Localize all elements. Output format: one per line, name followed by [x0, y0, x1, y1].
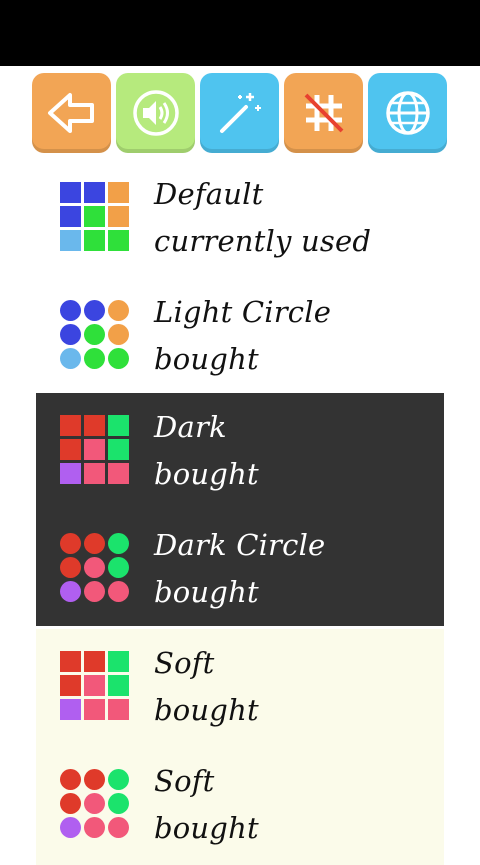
- preview-cell: [84, 348, 105, 369]
- theme-name: Soft: [154, 646, 215, 680]
- preview-cell: [84, 581, 105, 602]
- preview-cell: [84, 324, 105, 345]
- theme-row[interactable]: Dark Circle bought: [36, 511, 444, 626]
- effects-button[interactable]: [200, 73, 279, 153]
- magic-wand-icon: [219, 93, 261, 133]
- preview-cell: [84, 206, 105, 227]
- sound-button[interactable]: [116, 73, 195, 153]
- preview-cell: [108, 817, 129, 838]
- preview-cell: [84, 793, 105, 814]
- theme-preview-grid: [60, 182, 130, 252]
- preview-cell: [84, 557, 105, 578]
- preview-cell: [108, 651, 129, 672]
- status-bar: [0, 0, 480, 66]
- theme-row[interactable]: Light Circle bought: [36, 278, 444, 396]
- preview-cell: [84, 817, 105, 838]
- theme-status: bought: [154, 457, 259, 491]
- preview-cell: [60, 463, 81, 484]
- preview-cell: [60, 769, 81, 790]
- preview-cell: [60, 675, 81, 696]
- theme-status: bought: [154, 693, 259, 727]
- preview-cell: [84, 769, 105, 790]
- preview-cell: [60, 230, 81, 251]
- back-arrow-icon: [47, 93, 94, 133]
- preview-cell: [60, 206, 81, 227]
- theme-preview-grid: [60, 533, 130, 603]
- theme-status: currently used: [154, 224, 372, 258]
- preview-cell: [108, 182, 129, 203]
- grid-toggle-button[interactable]: [284, 73, 363, 153]
- theme-name: Dark: [154, 410, 227, 444]
- theme-name: Soft: [154, 764, 215, 798]
- theme-preview-grid: [60, 769, 130, 839]
- preview-cell: [60, 324, 81, 345]
- preview-cell: [60, 533, 81, 554]
- preview-cell: [84, 675, 105, 696]
- preview-cell: [84, 415, 105, 436]
- preview-cell: [60, 651, 81, 672]
- preview-cell: [108, 415, 129, 436]
- theme-name: Light Circle: [154, 295, 332, 329]
- theme-preview-grid: [60, 415, 130, 485]
- preview-cell: [108, 793, 129, 814]
- theme-status: bought: [154, 811, 259, 845]
- preview-cell: [108, 675, 129, 696]
- preview-cell: [60, 182, 81, 203]
- preview-cell: [108, 581, 129, 602]
- preview-cell: [108, 230, 129, 251]
- preview-cell: [108, 769, 129, 790]
- preview-cell: [108, 348, 129, 369]
- preview-cell: [84, 230, 105, 251]
- preview-cell: [84, 182, 105, 203]
- preview-cell: [60, 300, 81, 321]
- preview-cell: [84, 651, 105, 672]
- preview-cell: [84, 439, 105, 460]
- theme-row[interactable]: Soft bought: [36, 629, 444, 747]
- preview-cell: [108, 324, 129, 345]
- preview-cell: [60, 439, 81, 460]
- preview-cell: [60, 793, 81, 814]
- theme-preview-grid: [60, 300, 130, 370]
- preview-cell: [108, 463, 129, 484]
- preview-cell: [60, 415, 81, 436]
- preview-cell: [84, 463, 105, 484]
- preview-cell: [108, 206, 129, 227]
- preview-cell: [108, 533, 129, 554]
- preview-cell: [60, 581, 81, 602]
- preview-cell: [108, 699, 129, 720]
- preview-cell: [60, 348, 81, 369]
- theme-name: Default: [154, 177, 264, 211]
- theme-row[interactable]: Default currently used: [36, 160, 444, 278]
- grid-off-icon: [304, 93, 343, 133]
- preview-cell: [60, 557, 81, 578]
- preview-cell: [84, 699, 105, 720]
- theme-status: bought: [154, 575, 259, 609]
- theme-row[interactable]: Soft bought: [36, 747, 444, 865]
- preview-cell: [60, 817, 81, 838]
- theme-preview-grid: [60, 651, 130, 721]
- theme-name: Dark Circle: [154, 528, 326, 562]
- preview-cell: [108, 300, 129, 321]
- speaker-icon: [132, 90, 179, 136]
- preview-cell: [84, 300, 105, 321]
- theme-status: bought: [154, 342, 259, 376]
- preview-cell: [108, 439, 129, 460]
- preview-cell: [108, 557, 129, 578]
- preview-cell: [60, 699, 81, 720]
- globe-icon: [385, 91, 430, 135]
- theme-row[interactable]: Dark bought: [36, 393, 444, 511]
- language-button[interactable]: [368, 73, 447, 153]
- back-button[interactable]: [32, 73, 111, 153]
- preview-cell: [84, 533, 105, 554]
- toolbar: [32, 73, 448, 153]
